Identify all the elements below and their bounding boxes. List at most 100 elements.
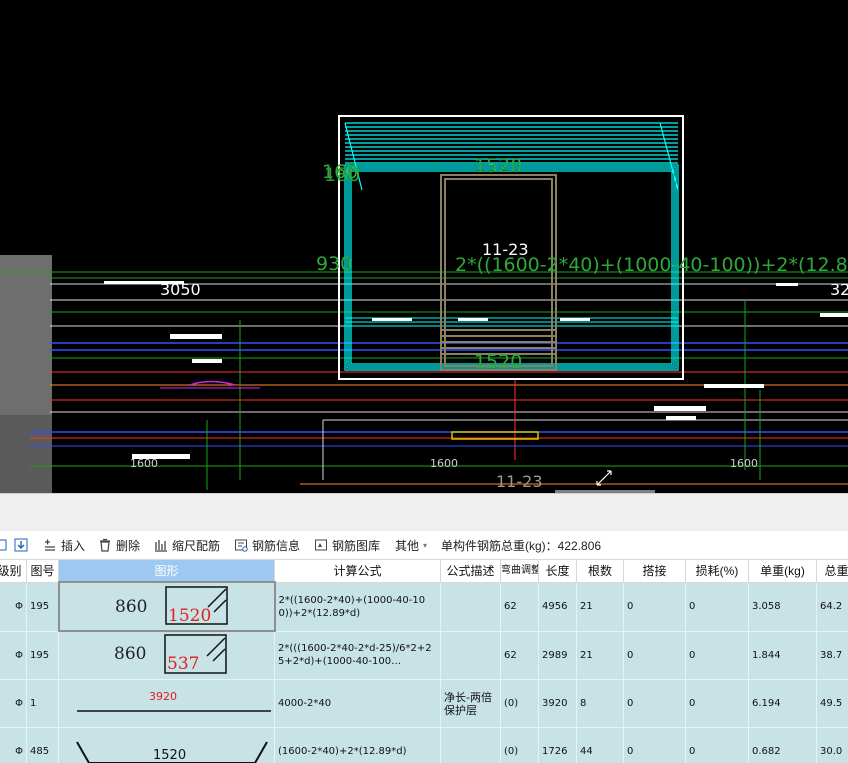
cell-grade[interactable]: Φ [0, 727, 27, 763]
header-bend-adjust[interactable]: 弯曲调整 [500, 559, 539, 583]
header-total-weight[interactable]: 总重 [816, 559, 848, 583]
cell-lap[interactable]: 0 [623, 581, 686, 632]
table-row[interactable]: Φ 195 860 537 2*(((1600-2*40-2*d-25)/6*2… [0, 630, 848, 680]
cell-total-weight[interactable]: 38.7 [816, 630, 848, 680]
cell-lap[interactable]: 0 [623, 727, 686, 763]
background-lines [0, 271, 848, 490]
cell-lap[interactable]: 0 [623, 630, 686, 680]
header-formula-desc[interactable]: 公式描述 [440, 559, 501, 583]
cell-shape[interactable]: 860 1520 [57, 581, 276, 632]
beam-label-bottom: 11-23 [496, 472, 543, 491]
total-weight-label: 单构件钢筋总重(kg)：422.806 [441, 538, 602, 553]
shape-dim-a: 860 [115, 597, 147, 617]
left-dimension-b: 180 [324, 164, 360, 186]
cell-bend[interactable]: (0) [500, 727, 539, 763]
shape-dim-a: 860 [114, 644, 146, 664]
cell-count[interactable]: 44 [576, 727, 624, 763]
cad-viewport[interactable]: 1600 1600 1600 3050 32 1520 160 180 930 … [0, 0, 848, 493]
cell-loss[interactable]: 0 [685, 679, 749, 728]
cell-total-weight[interactable]: 49.5 [816, 679, 848, 728]
cell-formula[interactable]: 2*((1600-2*40)+(1000-40-100))+2*(12.89*d… [274, 581, 441, 632]
header-length[interactable]: 长度 [538, 559, 577, 583]
rebar-info-button[interactable]: 钢筋信息 [234, 531, 300, 559]
other-menu-button[interactable]: 其他 ▾ [395, 531, 427, 559]
header-loss[interactable]: 损耗(%) [685, 559, 749, 583]
cell-desc[interactable] [440, 581, 501, 632]
other-label: 其他 [395, 538, 420, 553]
cell-total-weight[interactable]: 30.0 [816, 727, 848, 763]
header-unit-weight[interactable]: 单重(kg) [748, 559, 817, 583]
cell-loss[interactable]: 0 [685, 727, 749, 763]
cell-bend[interactable]: (0) [500, 679, 539, 728]
cell-fig-no[interactable]: 195 [26, 630, 59, 680]
gray-solid-block-top [0, 255, 52, 415]
rebar-library-label: 钢筋图库 [332, 538, 381, 553]
toolbar-first-button[interactable] [0, 531, 8, 559]
cell-length[interactable]: 4956 [538, 581, 577, 632]
cell-unit-weight[interactable]: 3.058 [748, 581, 817, 632]
scale-rebar-label: 缩尺配筋 [172, 538, 221, 553]
cell-loss[interactable]: 0 [685, 581, 749, 632]
insert-label: 插入 [61, 538, 86, 553]
insert-button[interactable]: 插入 [43, 531, 85, 559]
caret-down-icon: ▾ [423, 540, 428, 550]
library-icon [315, 539, 327, 551]
cell-length[interactable]: 2989 [538, 630, 577, 680]
cell-shape[interactable]: 1520 [58, 727, 275, 763]
scale-rebar-button[interactable]: 缩尺配筋 [154, 531, 220, 559]
cell-loss[interactable]: 0 [685, 630, 749, 680]
cell-total-weight[interactable]: 64.2 [816, 581, 848, 632]
table-row[interactable]: Φ 195 860 1520 2*((1600-2*40)+(1000-40-1… [0, 581, 848, 632]
cell-desc[interactable] [440, 727, 501, 763]
header-fig-no[interactable]: 图号 [26, 559, 59, 583]
cell-formula[interactable]: 2*(((1600-2*40-2*d-25)/6*2+25+2*d)+(1000… [274, 630, 441, 680]
cell-bend[interactable]: 62 [500, 581, 539, 632]
dashed-label-right: 1600 [730, 457, 758, 470]
cell-fig-no[interactable]: 485 [26, 727, 59, 763]
cad-drawing[interactable]: 1600 1600 1600 3050 32 1520 160 180 930 … [0, 0, 848, 493]
shape-dim-b: 1520 [168, 606, 211, 626]
header-count[interactable]: 根数 [576, 559, 624, 583]
move-down-button[interactable] [14, 531, 28, 559]
rebar-info-label: 钢筋信息 [252, 538, 301, 553]
arrow-down-icon [14, 538, 28, 552]
cell-count[interactable]: 21 [576, 630, 624, 680]
table-row[interactable]: Φ 485 1520 (1600-2*40)+2*(12.89*d) (0) 1… [0, 727, 848, 763]
cell-bend[interactable]: 62 [500, 630, 539, 680]
cell-fig-no[interactable]: 1 [26, 679, 59, 728]
cell-fig-no[interactable]: 195 [26, 581, 59, 632]
header-formula[interactable]: 计算公式 [274, 559, 441, 583]
rebar-library-button[interactable]: 钢筋图库 [314, 531, 380, 559]
cell-grade[interactable]: Φ [0, 679, 27, 728]
scale-bars-icon [155, 540, 167, 552]
cell-desc[interactable]: 净长-两倍保护层 [440, 679, 501, 728]
cell-count[interactable]: 8 [576, 679, 624, 728]
delete-button[interactable]: 删除 [98, 531, 140, 559]
span-dimension: 3050 [160, 280, 201, 299]
cell-length[interactable]: 3920 [538, 679, 577, 728]
header-grade[interactable]: 级别 [0, 559, 27, 583]
header-lap[interactable]: 搭接 [623, 559, 686, 583]
cell-unit-weight[interactable]: 0.682 [748, 727, 817, 763]
cell-formula[interactable]: 4000-2*40 [274, 679, 441, 728]
cell-count[interactable]: 21 [576, 581, 624, 632]
shape-hook [206, 637, 226, 662]
square-icon [0, 539, 7, 551]
total-weight-display: 单构件钢筋总重(kg)：422.806 [441, 531, 601, 559]
stirrup-shape-figure: 860 537 [114, 634, 227, 674]
right-dimension-cut: 32 [830, 280, 848, 299]
collapse-arrows-icon[interactable] [596, 470, 612, 486]
cell-length[interactable]: 1726 [538, 727, 577, 763]
bottom-width-dimension: 1520 [474, 351, 522, 373]
cell-shape[interactable]: 3920 [58, 679, 275, 728]
cell-lap[interactable]: 0 [623, 679, 686, 728]
cell-shape[interactable]: 860 537 [58, 630, 275, 680]
cell-grade[interactable]: Φ [0, 581, 27, 632]
cell-unit-weight[interactable]: 6.194 [748, 679, 817, 728]
cell-unit-weight[interactable]: 1.844 [748, 630, 817, 680]
cell-desc[interactable] [440, 630, 501, 680]
header-shape[interactable]: 图形 [58, 559, 275, 583]
table-row[interactable]: Φ 1 3920 4000-2*40 净长-两倍保护层 (0) 3920 8 0… [0, 679, 848, 728]
cell-grade[interactable]: Φ [0, 630, 27, 680]
cell-formula[interactable]: (1600-2*40)+2*(12.89*d) [274, 727, 441, 763]
